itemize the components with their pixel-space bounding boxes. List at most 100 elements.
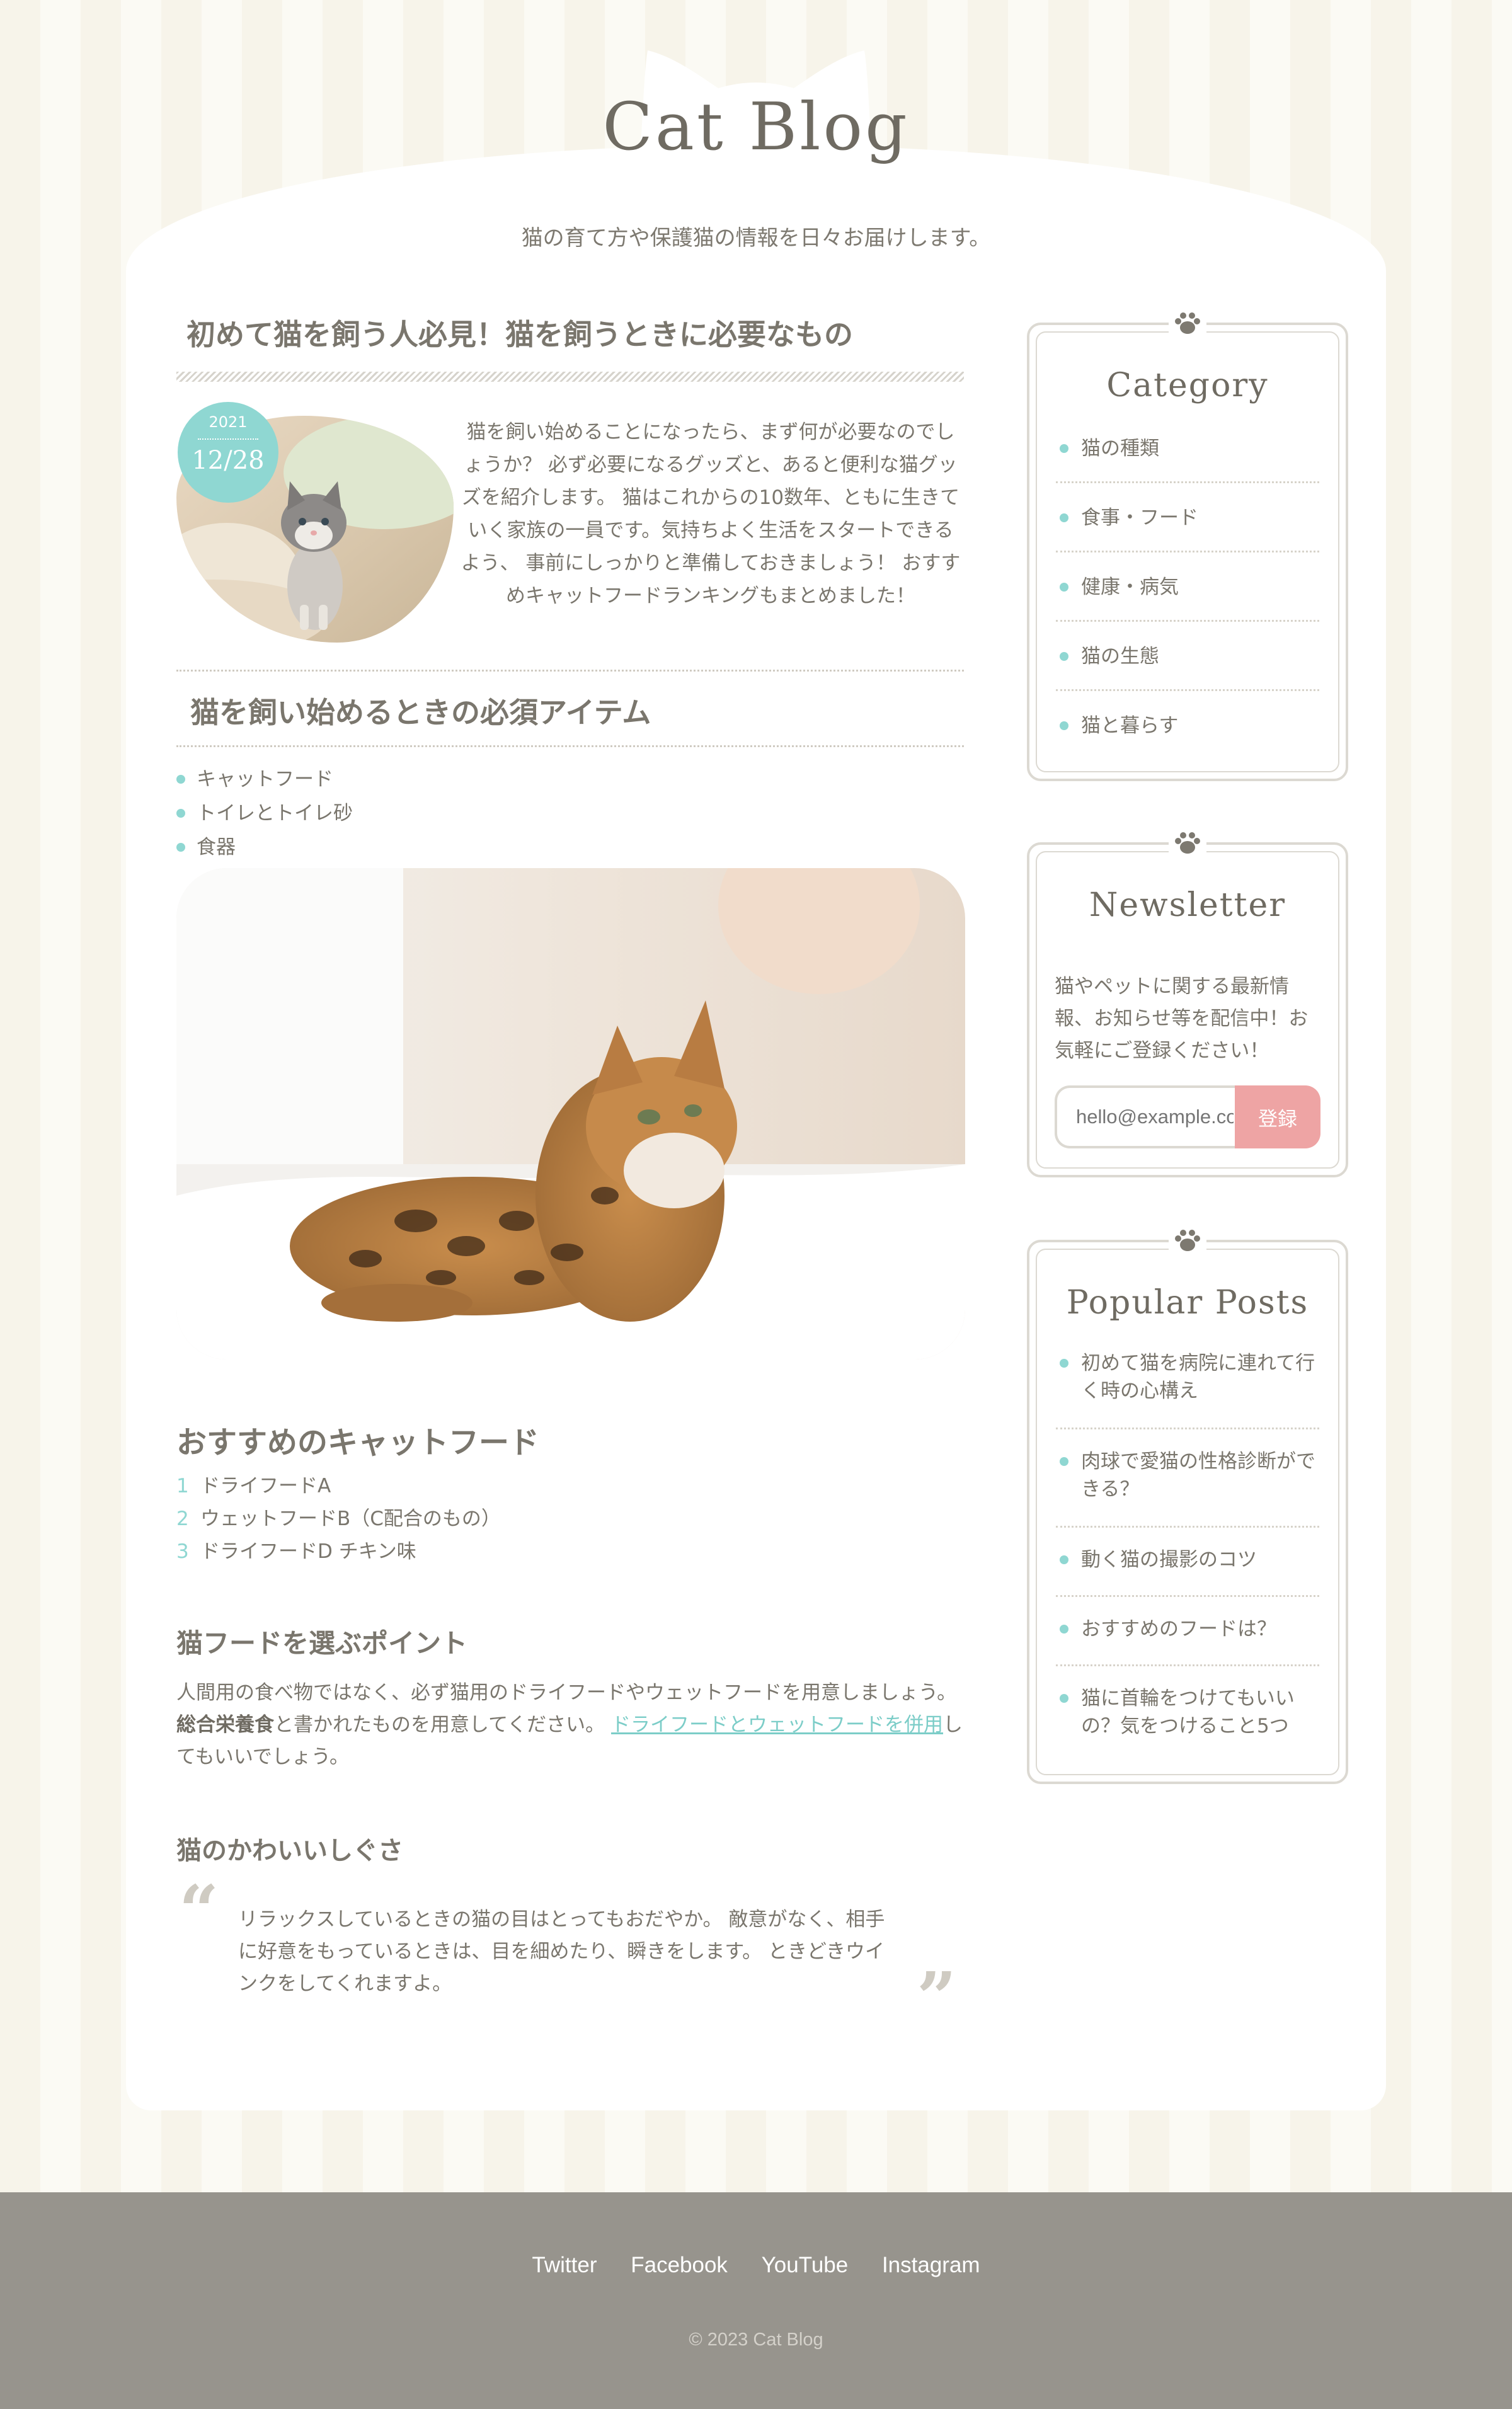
- footer-link-youtube[interactable]: YouTube: [762, 2253, 849, 2277]
- email-input[interactable]: [1055, 1085, 1235, 1148]
- popular-post-link[interactable]: 肉球で愛猫の性格診断ができる？: [1056, 1448, 1319, 1503]
- popular-post-title: 初めて猫を病院に連れて行く時の心構え: [1081, 1352, 1315, 1402]
- category-item[interactable]: 猫の種類: [1056, 435, 1319, 462]
- list-item-label: ウェットフードB（C配合のもの）: [200, 1508, 501, 1530]
- list-number: 2: [176, 1508, 189, 1530]
- close-quote-icon: ”: [917, 1957, 957, 2038]
- site-logo[interactable]: Cat Blog: [567, 88, 945, 165]
- list-item: トイレとトイレ砂: [176, 796, 353, 830]
- list-item: 1 ドライフードA: [176, 1470, 501, 1502]
- subscribe-button[interactable]: 登録: [1235, 1085, 1320, 1148]
- item-divider: [1056, 1428, 1319, 1429]
- item-divider: [1056, 1526, 1319, 1528]
- list-item: 食器: [176, 830, 353, 864]
- item-divider: [1056, 689, 1319, 691]
- popular-post-title: 肉球で愛猫の性格診断ができる？: [1081, 1450, 1315, 1501]
- category-item[interactable]: 猫と暮らす: [1056, 712, 1319, 740]
- item-divider: [1056, 551, 1319, 552]
- widget-title: Category: [1106, 367, 1269, 404]
- popular-post-link[interactable]: 初めて猫を病院に連れて行く時の心構え: [1056, 1349, 1319, 1405]
- section-divider-top: [176, 670, 964, 672]
- category-item[interactable]: 健康・病気: [1056, 573, 1319, 601]
- item-divider: [1056, 481, 1319, 483]
- date-separator: [198, 438, 258, 440]
- list-number: 1: [176, 1475, 189, 1497]
- recommended-food-list: 1 ドライフードA 2 ウェットフードB（C配合のもの） 3 ドライフードD チキン味: [176, 1470, 501, 1568]
- list-item-label: トイレとトイレ砂: [197, 802, 353, 825]
- bullet-dot-icon: [1060, 1359, 1068, 1368]
- bullet-dot-icon: [1060, 513, 1068, 522]
- article-title: 初めて猫を飼う人必見！猫を飼うときに必要なもの: [186, 318, 853, 352]
- widget-title: Popular Posts: [1066, 1284, 1309, 1322]
- paragraph-text: と書かれたものを用意してください。: [274, 1714, 611, 1736]
- cute-gestures-heading: 猫のかわいいしぐさ: [176, 1836, 403, 1865]
- item-divider: [1056, 620, 1319, 622]
- popular-post-title: 猫に首輪をつけてもいいの？気をつけること5つ: [1081, 1687, 1295, 1737]
- section-heading: 猫を飼い始めるときの必須アイテム: [190, 695, 651, 730]
- list-item-label: ドライフードD チキン味: [200, 1540, 416, 1563]
- bullet-dot-icon: [1060, 583, 1068, 592]
- paw-icon: [1169, 1226, 1206, 1255]
- paw-icon: [1169, 309, 1206, 338]
- bullet-dot-icon: [176, 843, 185, 852]
- bullet-dot-icon: [1060, 1555, 1068, 1564]
- food-points-paragraph: 人間用の食べ物ではなく、必ず猫用のドライフードやウェットフードを用意しましょう。…: [176, 1677, 964, 1773]
- newsletter-widget: Newsletter 猫やペットに関する最新情報、お知らせ等を配信中！お気軽にご…: [1027, 828, 1348, 1177]
- bullet-dot-icon: [1060, 444, 1068, 453]
- popular-post-title: おすすめのフードは？: [1081, 1618, 1276, 1640]
- category-item[interactable]: 猫の生態: [1056, 643, 1319, 670]
- blockquote: リラックスしているときの猫の目はとってもおだやか。 敵意がなく、相手に好意をもっ…: [238, 1908, 885, 1995]
- article-intro: 猫を飼い始めることになったら、まず何が必要なのでしょうか？ 必ず必要になるグッズ…: [461, 421, 961, 607]
- category-label: 食事・フード: [1081, 506, 1198, 529]
- date-month-day: 12/28: [192, 446, 265, 475]
- newsletter-description: 猫やペットに関する最新情報、お知らせ等を配信中！お気軽にご登録ください！: [1055, 975, 1309, 1062]
- site-footer: Twitter Facebook YouTube Instagram © 202…: [0, 2192, 1512, 2409]
- list-item-label: ドライフードA: [200, 1475, 331, 1497]
- footer-link-instagram[interactable]: Instagram: [882, 2253, 980, 2277]
- copyright: © 2023 Cat Blog: [689, 2330, 823, 2350]
- footer-link-twitter[interactable]: Twitter: [532, 2253, 597, 2277]
- bullet-dot-icon: [1060, 652, 1068, 661]
- food-points-heading: 猫フードを選ぶポイント: [176, 1628, 468, 1659]
- item-divider: [1056, 1664, 1319, 1666]
- popular-post-link[interactable]: 猫に首輪をつけてもいいの？気をつけること5つ: [1056, 1685, 1319, 1740]
- bullet-dot-icon: [176, 809, 185, 818]
- section-divider-bottom: [176, 745, 964, 747]
- paragraph-text: 人間用の食べ物ではなく、必ず猫用のドライフードやウェットフードを用意しましょう。: [176, 1681, 957, 1704]
- paw-icon: [1169, 828, 1206, 857]
- bullet-dot-icon: [1060, 1694, 1068, 1703]
- bold-term: 総合栄養食: [176, 1714, 274, 1736]
- footer-link-facebook[interactable]: Facebook: [631, 2253, 728, 2277]
- bullet-dot-icon: [176, 775, 185, 784]
- recommended-food-heading: おすすめのキャットフード: [176, 1425, 540, 1460]
- item-divider: [1056, 1595, 1319, 1597]
- list-item: 3 ドライフードD チキン味: [176, 1535, 501, 1568]
- bengal-cat-photo: [176, 868, 965, 1359]
- category-item[interactable]: 食事・フード: [1056, 504, 1319, 532]
- widget-title: Newsletter: [1089, 886, 1286, 924]
- date-badge: 2021 12/28: [178, 402, 278, 503]
- date-year: 2021: [209, 413, 248, 431]
- bullet-dot-icon: [1060, 1457, 1068, 1466]
- list-item: キャットフード: [176, 762, 353, 796]
- category-label: 猫の種類: [1081, 437, 1159, 460]
- category-label: 猫の生態: [1081, 645, 1159, 668]
- popular-post-title: 動く猫の撮影のコツ: [1081, 1548, 1257, 1571]
- mixed-feeding-link[interactable]: ドライフードとウェットフードを併用: [611, 1714, 943, 1736]
- category-label: 猫と暮らす: [1081, 714, 1179, 737]
- site-tagline: 猫の育て方や保護猫の情報を日々お届けします。: [521, 226, 991, 251]
- popular-post-link[interactable]: 動く猫の撮影のコツ: [1056, 1546, 1319, 1574]
- list-number: 3: [176, 1540, 189, 1563]
- list-item-label: 食器: [197, 836, 236, 859]
- footer-nav: Twitter Facebook YouTube Instagram: [0, 2253, 1512, 2278]
- title-divider: [176, 372, 964, 382]
- bullet-dot-icon: [1060, 721, 1068, 730]
- list-item-label: キャットフード: [197, 768, 333, 791]
- open-quote-icon: “: [179, 1870, 219, 1951]
- category-label: 健康・病気: [1081, 576, 1179, 598]
- bullet-dot-icon: [1060, 1625, 1068, 1634]
- list-item: 2 ウェットフードB（C配合のもの）: [176, 1502, 501, 1535]
- popular-post-link[interactable]: おすすめのフードは？: [1056, 1615, 1319, 1643]
- popular-posts-widget: Popular Posts 初めて猫を病院に連れて行く時の心構え 肉球で愛猫の性…: [1027, 1226, 1348, 1784]
- category-widget: Category 猫の種類 食事・フード 健康・病気 猫の生態 猫と暮らす: [1027, 309, 1348, 781]
